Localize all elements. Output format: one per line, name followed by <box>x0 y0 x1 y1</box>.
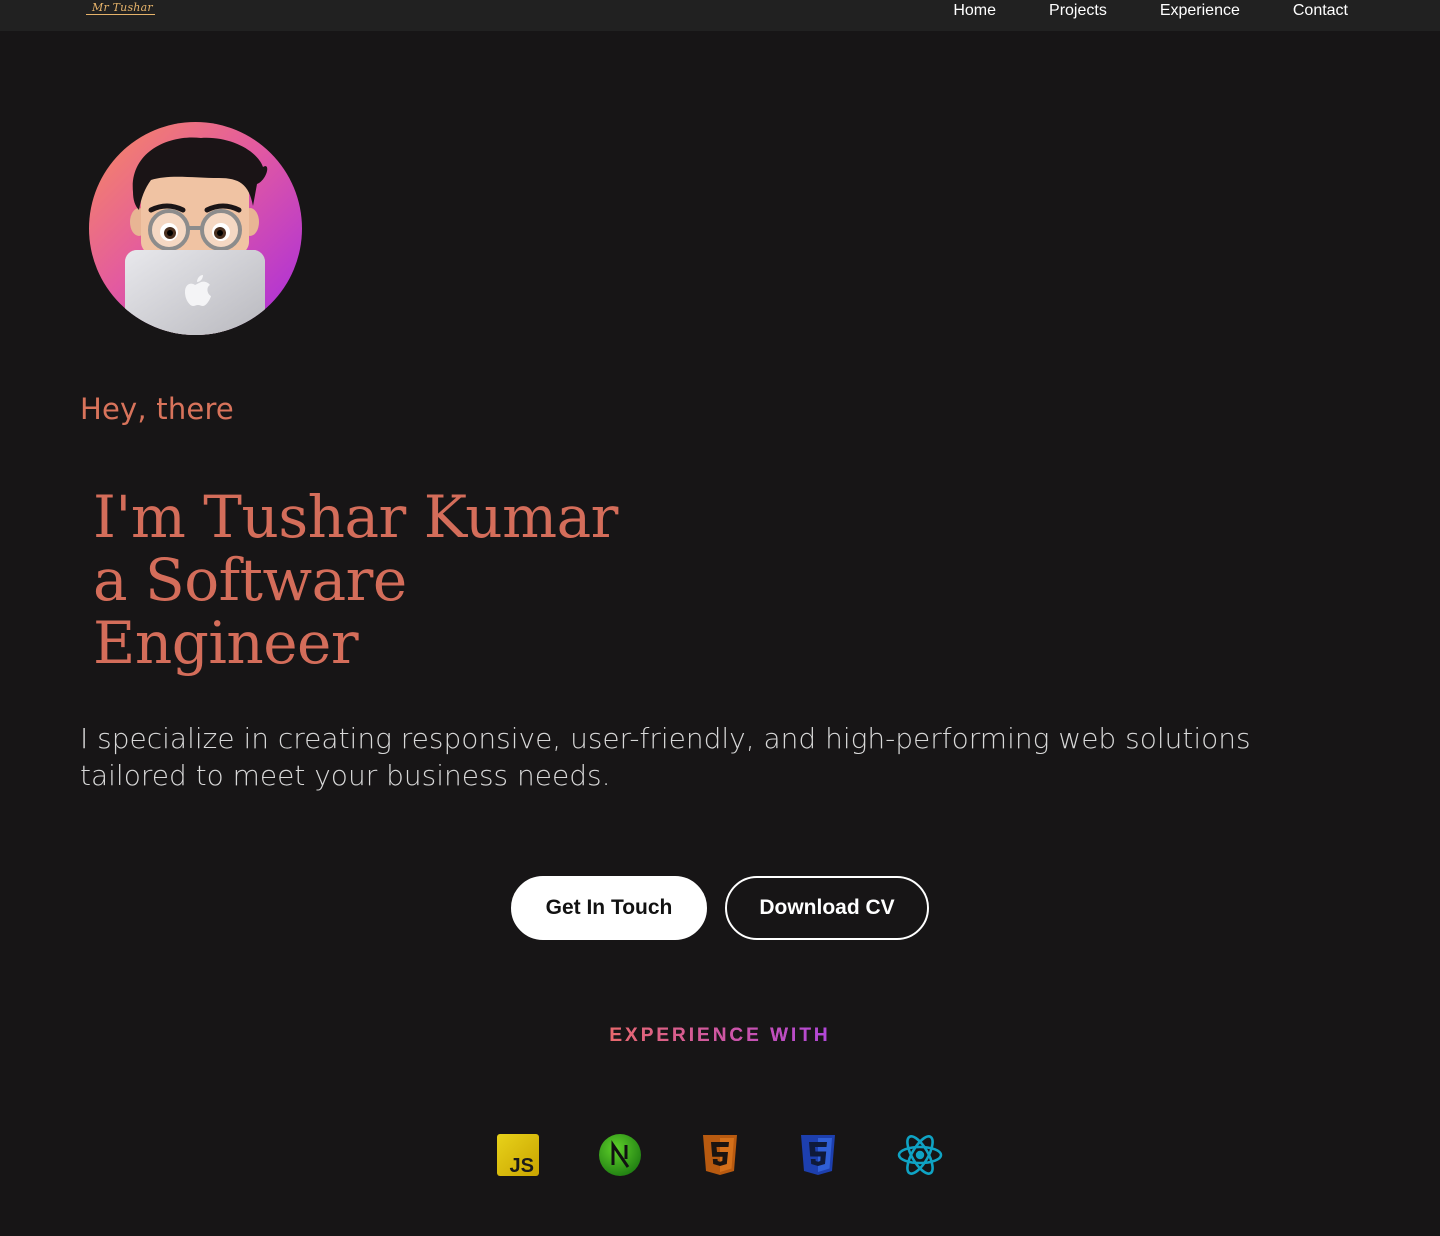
tech-stack-row: JS <box>0 1132 1440 1178</box>
nav-link-home[interactable]: Home <box>953 0 996 22</box>
profile-avatar <box>89 122 302 335</box>
cta-buttons: Get In Touch Download CV <box>511 876 929 940</box>
headline-line-2: a Software <box>93 546 407 614</box>
site-logo[interactable]: Mr Tushar <box>86 1 155 15</box>
headline-line-3: Engineer <box>93 609 359 677</box>
react-icon <box>897 1132 943 1178</box>
greeting-text: Hey, there <box>80 392 234 426</box>
top-navbar: Mr Tushar Home Projects Experience Conta… <box>0 0 1440 31</box>
javascript-icon: JS <box>495 1132 541 1178</box>
download-cv-button[interactable]: Download CV <box>725 876 929 940</box>
nextjs-icon <box>597 1132 643 1178</box>
hero-headline: I'm Tushar Kumar a Software Engineer <box>93 486 618 675</box>
nav-link-contact[interactable]: Contact <box>1293 0 1348 22</box>
html5-icon <box>697 1132 743 1178</box>
nav-link-experience[interactable]: Experience <box>1160 0 1240 22</box>
css3-icon <box>795 1132 841 1178</box>
svg-text:JS: JS <box>510 1155 534 1177</box>
nav-link-projects[interactable]: Projects <box>1049 0 1107 22</box>
experience-heading: EXPERIENCE WITH <box>0 1025 1440 1047</box>
get-in-touch-button[interactable]: Get In Touch <box>511 876 707 940</box>
memoji-avatar-icon <box>125 137 268 335</box>
experience-heading-text: EXPERIENCE WITH <box>609 1025 831 1046</box>
nav-links: Home Projects Experience Contact <box>953 0 1348 22</box>
headline-line-1: I'm Tushar Kumar <box>93 483 618 551</box>
intro-paragraph: I specialize in creating responsive, use… <box>80 722 1251 792</box>
